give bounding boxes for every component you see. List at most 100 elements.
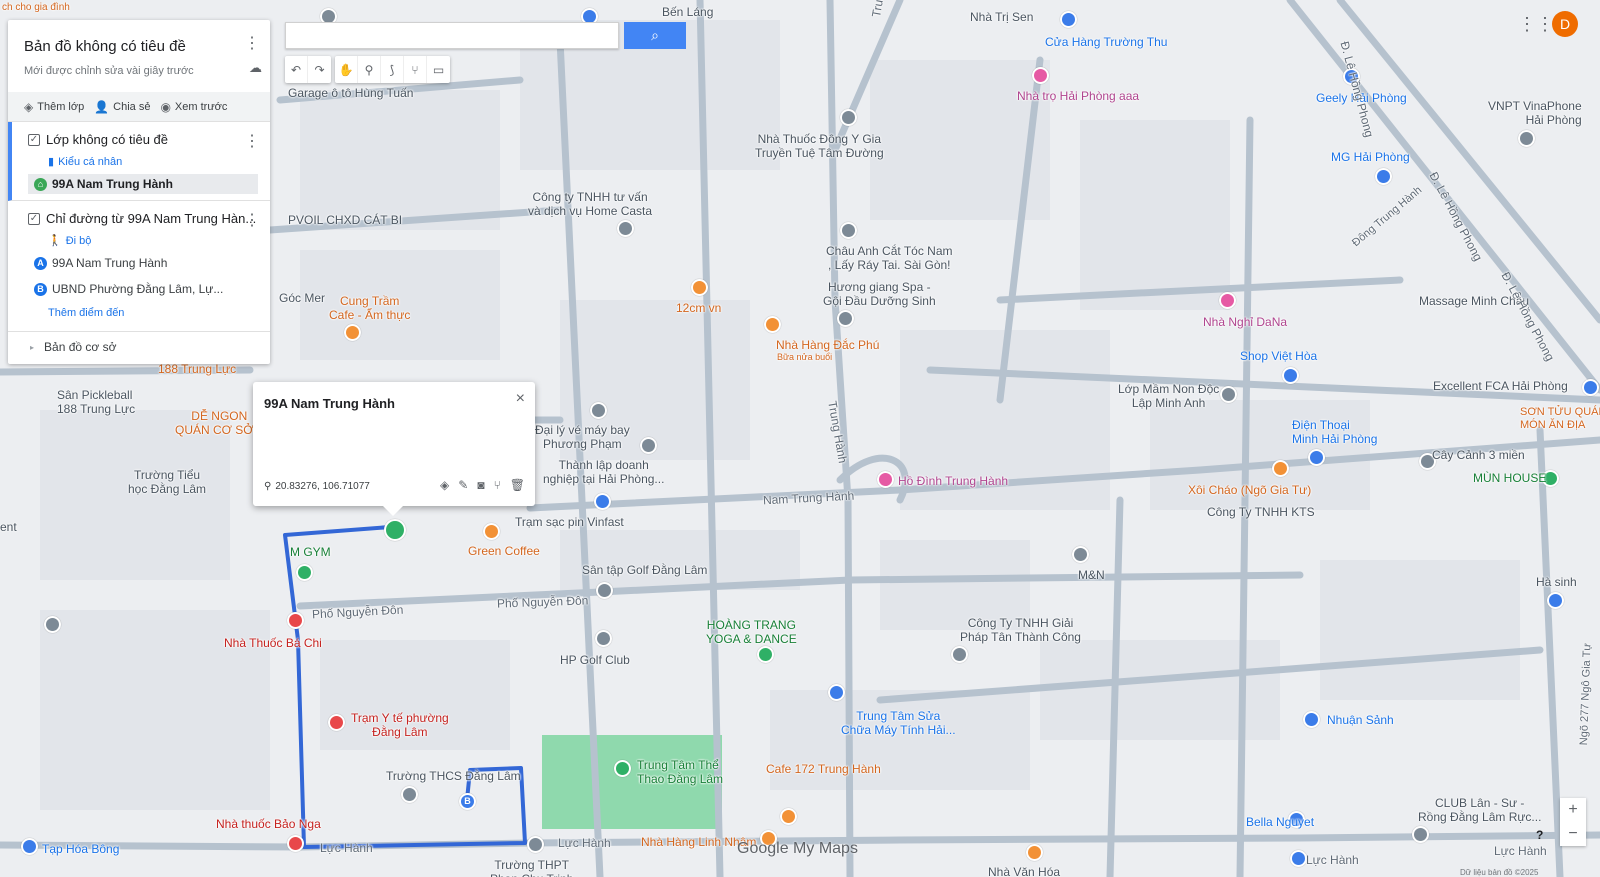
preview-button[interactable]: ◉ Xem trước xyxy=(160,100,227,114)
google-my-maps-logo: Google My Maps xyxy=(737,840,858,857)
street-label: Lực Hành xyxy=(1494,844,1547,858)
poi-pin-icon[interactable] xyxy=(590,402,607,419)
poi-pin-icon[interactable] xyxy=(1547,592,1564,609)
delete-trash-icon[interactable]: 🗑 xyxy=(510,478,525,492)
zoom-in-button[interactable]: + xyxy=(1560,798,1586,822)
share-button[interactable]: 👤 Chia sẻ xyxy=(94,100,150,114)
poi-pin-icon[interactable] xyxy=(1412,826,1429,843)
poi-pin-icon[interactable] xyxy=(1219,292,1236,309)
poi-pin-icon[interactable] xyxy=(691,279,708,296)
close-icon[interactable]: × xyxy=(516,390,525,408)
poi-pin-icon[interactable] xyxy=(877,471,894,488)
poi-pin-icon[interactable] xyxy=(828,684,845,701)
poi-pin-icon[interactable] xyxy=(287,612,304,629)
base-map-toggle[interactable]: ▸ Bản đồ cơ sở xyxy=(8,332,270,354)
camera-icon[interactable]: ◙ xyxy=(477,478,484,492)
search-icon: ⌕ xyxy=(651,27,659,43)
help-button[interactable]: ? xyxy=(1536,828,1543,842)
poi-pin-icon[interactable] xyxy=(483,523,500,540)
layer-visibility-checkbox[interactable]: ✓ xyxy=(28,133,40,146)
poi-pin-icon[interactable] xyxy=(617,220,634,237)
style-paint-icon[interactable]: ◈ xyxy=(440,478,449,492)
layer-directions[interactable]: ✓ Chỉ đường từ 99A Nam Trung Hàn... ⋮ 🚶 Đi… xyxy=(8,201,270,332)
street-label: Lực Hành xyxy=(1306,853,1359,867)
directions-icon[interactable]: ⑂ xyxy=(404,56,427,83)
poi-pin-icon[interactable] xyxy=(1032,67,1049,84)
direction-point-a[interactable]: A 99A Nam Trung Hành xyxy=(28,253,258,273)
poi-pin-icon[interactable] xyxy=(1220,386,1237,403)
poi-pin-icon[interactable] xyxy=(640,437,657,454)
poi-pin-icon[interactable] xyxy=(596,582,613,599)
poi-pin-icon[interactable] xyxy=(328,714,345,731)
map-label: Trường Tiểu học Đằng Lâm xyxy=(128,468,207,496)
add-destination-link[interactable]: Thêm điểm đến xyxy=(48,307,258,319)
poi-pin-icon[interactable] xyxy=(1518,130,1535,147)
layer-feature-item[interactable]: ⌂ 99A Nam Trung Hành xyxy=(28,174,258,194)
map-title[interactable]: Bản đồ không có tiêu đề xyxy=(24,38,254,55)
map-toolbar: ↶ ↷ ✋ ⚲ ⟆ ⑂ ▭ xyxy=(285,56,450,83)
poi-pin-icon[interactable] xyxy=(1375,168,1392,185)
poi-pin-icon[interactable] xyxy=(1303,711,1320,728)
poi-pin-icon[interactable] xyxy=(344,324,361,341)
map-label: Nhà Nghỉ DaNa xyxy=(1203,315,1288,329)
poi-pin-icon[interactable] xyxy=(951,646,968,663)
poi-pin-icon[interactable] xyxy=(287,835,304,852)
undo-icon[interactable]: ↶ xyxy=(285,56,308,83)
map-label: Hồ Đình Trung Hành xyxy=(898,474,1009,488)
layer-untitled[interactable]: ✓ Lớp không có tiêu đề ⋮ ▮ Kiểu cá nhân ⌂ 9… xyxy=(8,122,270,201)
poi-pin-icon[interactable] xyxy=(1060,11,1077,28)
map-label: M GYM xyxy=(290,545,331,559)
map-label: Cửa Hàng Trường Thu xyxy=(1045,35,1168,49)
layer-visibility-checkbox[interactable]: ✓ xyxy=(28,212,40,225)
add-layer-button[interactable]: ◈ Thêm lớp xyxy=(24,100,84,114)
layer-options-kebab-icon[interactable]: ⋮ xyxy=(242,132,262,152)
poi-pin-icon[interactable] xyxy=(21,838,38,855)
poi-pin-icon[interactable] xyxy=(1308,449,1325,466)
poi-pin-icon[interactable] xyxy=(780,808,797,825)
draw-line-icon[interactable]: ⟆ xyxy=(381,56,404,83)
map-label: MG Hải Phòng xyxy=(1331,150,1410,164)
poi-pin-icon[interactable] xyxy=(614,760,631,777)
map-label: Garage ô tô Hùng Tuấn xyxy=(288,86,414,100)
search-button[interactable]: ⌕ xyxy=(624,22,686,49)
avatar[interactable]: D xyxy=(1552,11,1578,37)
poi-pin-icon[interactable] xyxy=(44,616,61,633)
walking-mode-link[interactable]: 🚶 Đi bộ xyxy=(48,234,258,248)
poi-pin-icon[interactable] xyxy=(594,493,611,510)
map-label: Trung Tâm Thể Thao Đằng Lâm xyxy=(637,758,724,786)
poi-pin-icon[interactable] xyxy=(840,222,857,239)
poi-pin-icon[interactable] xyxy=(527,836,544,853)
search-input[interactable] xyxy=(285,22,619,49)
poi-pin-icon[interactable] xyxy=(296,564,313,581)
route-end-marker-icon[interactable]: B xyxy=(459,793,476,810)
poi-pin-icon[interactable] xyxy=(757,646,774,663)
poi-pin-icon[interactable] xyxy=(764,316,781,333)
map-options-kebab-icon[interactable]: ⋮ xyxy=(242,34,262,54)
pan-hand-icon[interactable]: ✋ xyxy=(335,56,358,83)
poi-pin-icon[interactable] xyxy=(840,109,857,126)
zoom-out-button[interactable]: − xyxy=(1560,822,1586,846)
directions-icon[interactable]: ⑂ xyxy=(494,478,501,492)
individual-styles-link[interactable]: ▮ Kiểu cá nhân xyxy=(48,155,258,169)
layer-title[interactable]: Lớp không có tiêu đề xyxy=(46,132,168,147)
poi-pin-icon[interactable] xyxy=(1290,850,1307,867)
edit-pencil-icon[interactable]: ✎ xyxy=(458,478,468,492)
ruler-icon[interactable]: ▭ xyxy=(427,56,450,83)
poi-pin-icon[interactable] xyxy=(837,310,854,327)
poi-pin-icon[interactable] xyxy=(1072,546,1089,563)
poi-pin-icon[interactable] xyxy=(1026,844,1043,861)
layer-options-kebab-icon[interactable]: ⋮ xyxy=(242,211,262,231)
redo-icon[interactable]: ↷ xyxy=(308,56,331,83)
map-label: Bella Nguyet xyxy=(1246,815,1315,829)
poi-pin-icon[interactable] xyxy=(401,786,418,803)
poi-pin-icon[interactable] xyxy=(595,630,612,647)
poi-pin-icon[interactable] xyxy=(1582,379,1599,396)
apps-grid-icon[interactable]: ⋮⋮ xyxy=(1518,14,1554,35)
map-label: Nhà Trị Sen xyxy=(970,10,1034,24)
poi-pin-icon[interactable] xyxy=(1282,367,1299,384)
add-marker-icon[interactable]: ⚲ xyxy=(358,56,381,83)
direction-point-b[interactable]: B UBND Phường Đằng Lâm, Lự... xyxy=(28,279,258,299)
home-marker-icon[interactable] xyxy=(384,519,406,541)
poi-pin-icon[interactable] xyxy=(1272,460,1289,477)
layer-title[interactable]: Chỉ đường từ 99A Nam Trung Hàn... xyxy=(46,211,256,226)
